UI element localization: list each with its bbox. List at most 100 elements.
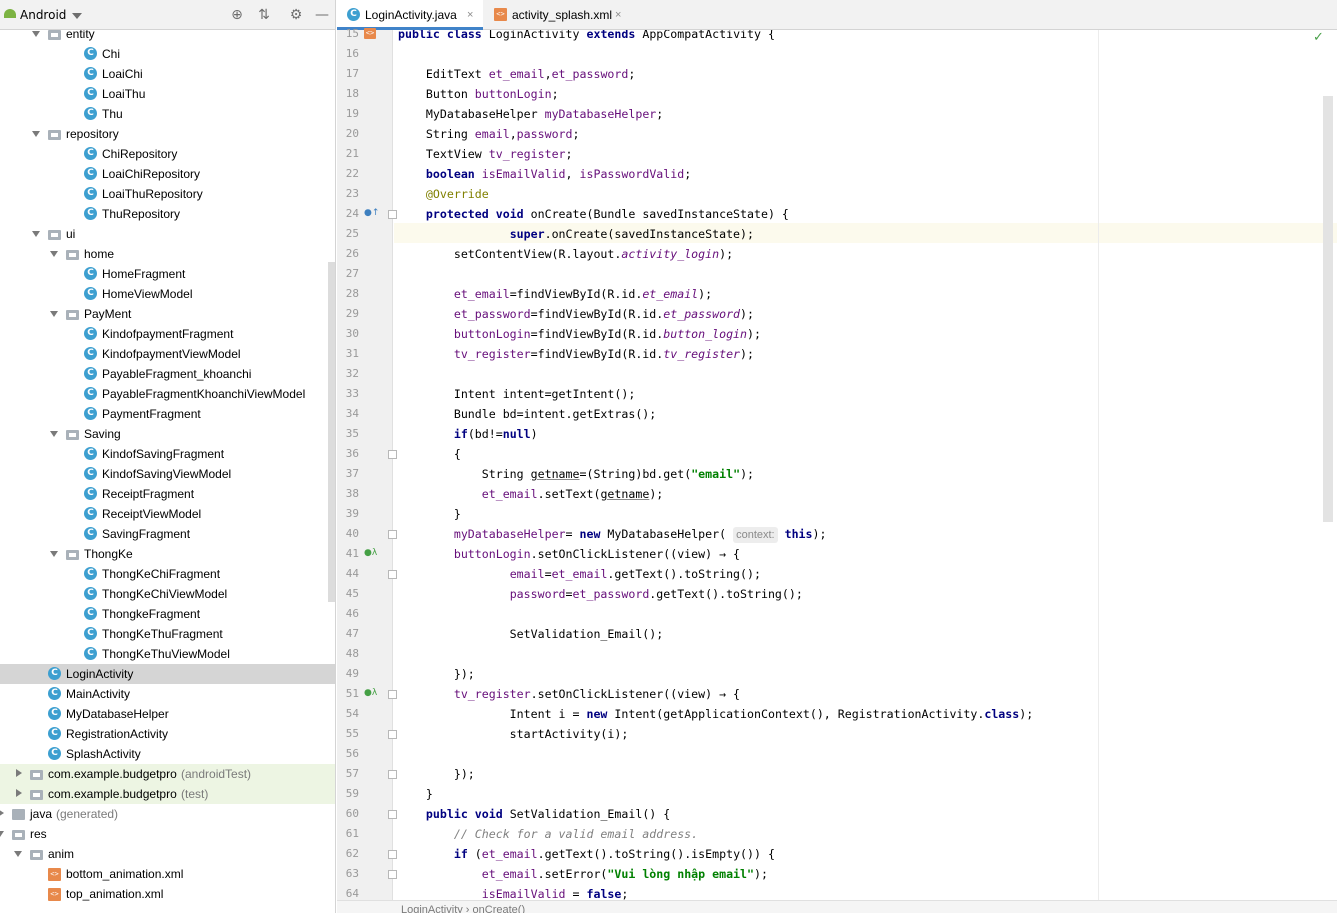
tree-item[interactable]: Saving <box>0 424 335 444</box>
code-line[interactable]: String email,password; <box>398 124 580 144</box>
code-line[interactable]: password=et_password.getText().toString(… <box>398 584 803 604</box>
line-number[interactable]: 49 <box>337 664 359 684</box>
line-number[interactable]: 45 <box>337 584 359 604</box>
tree-item[interactable]: C KindofpaymentFragment <box>0 324 335 344</box>
tree-item[interactable]: entity <box>0 30 335 44</box>
crosshair-icon[interactable]: ⊕ <box>229 7 245 23</box>
tree-item[interactable]: PayMent <box>0 304 335 324</box>
code-line[interactable]: if(bd!=null) <box>398 424 538 444</box>
code-line[interactable]: myDatabaseHelper= new MyDatabaseHelper( … <box>398 524 826 544</box>
code-line[interactable]: { <box>398 444 461 464</box>
code-line[interactable]: Intent intent=getIntent(); <box>398 384 636 404</box>
chevron-down-icon[interactable] <box>32 31 40 37</box>
code-line[interactable]: et_email=findViewById(R.id.et_email); <box>398 284 712 304</box>
line-number[interactable]: 41 <box>337 544 359 564</box>
line-number[interactable]: 55 <box>337 724 359 744</box>
layout-file-icon[interactable]: <> <box>364 28 376 39</box>
line-number[interactable]: 61 <box>337 824 359 844</box>
lambda-marker-icon[interactable]: ●λ <box>364 688 377 698</box>
tree-item[interactable]: java (generated) <box>0 804 335 824</box>
tree-item[interactable]: C ThongKeThuFragment <box>0 624 335 644</box>
line-number[interactable]: 60 <box>337 804 359 824</box>
tree-item[interactable]: C LoaiChi <box>0 64 335 84</box>
line-number[interactable]: 56 <box>337 744 359 764</box>
line-number[interactable]: 24 <box>337 204 359 224</box>
line-number[interactable]: 34 <box>337 404 359 424</box>
code-line[interactable]: et_email.setText(getname); <box>398 484 664 504</box>
code-line[interactable]: public void SetValidation_Email() { <box>398 804 670 824</box>
tree-item[interactable]: C PayableFragmentKhoanchiViewModel <box>0 384 335 404</box>
line-number[interactable]: 15 <box>337 24 359 44</box>
minimize-icon[interactable]: — <box>314 7 330 23</box>
line-number-gutter[interactable]: 15 16 17 18 19 20 21 22 23 24 25 26 27 28 29 30 31 32 33 34… <box>337 27 397 913</box>
tree-item[interactable]: C LoaiChiRepository <box>0 164 335 184</box>
line-number[interactable]: 35 <box>337 424 359 444</box>
chevron-down-icon[interactable] <box>14 851 22 857</box>
line-number[interactable]: 38 <box>337 484 359 504</box>
tree-item[interactable]: C LoginActivity <box>0 664 335 684</box>
tree-item[interactable]: home <box>0 244 335 264</box>
editor-scrollbar[interactable] <box>1323 96 1333 522</box>
line-number[interactable]: 33 <box>337 384 359 404</box>
tree-item[interactable]: repository <box>0 124 335 144</box>
code-line[interactable]: }); <box>398 764 475 784</box>
code-line[interactable]: setContentView(R.layout.activity_login); <box>398 244 733 264</box>
tree-item[interactable]: com.example.budgetpro (test) <box>0 784 335 804</box>
tree-item[interactable]: C KindofSavingFragment <box>0 444 335 464</box>
tree-item[interactable]: ThongKe <box>0 544 335 564</box>
line-number[interactable]: 63 <box>337 864 359 884</box>
line-number[interactable]: 18 <box>337 84 359 104</box>
line-number[interactable]: 57 <box>337 764 359 784</box>
line-number[interactable]: 21 <box>337 144 359 164</box>
tree-item[interactable]: C ThuRepository <box>0 204 335 224</box>
tree-item[interactable]: C Thu <box>0 104 335 124</box>
project-view-select[interactable]: Android <box>20 8 66 22</box>
tree-item[interactable]: C RegistrationActivity <box>0 724 335 744</box>
line-number[interactable]: 39 <box>337 504 359 524</box>
line-number[interactable]: 23 <box>337 184 359 204</box>
tree-item[interactable]: <> top_animation.xml <box>0 884 335 904</box>
tree-item[interactable]: C MyDatabaseHelper <box>0 704 335 724</box>
tree-item[interactable]: C MainActivity <box>0 684 335 704</box>
tree-item[interactable]: C LoaiThu <box>0 84 335 104</box>
line-number[interactable]: 17 <box>337 64 359 84</box>
tree-item[interactable]: ui <box>0 224 335 244</box>
line-number[interactable]: 19 <box>337 104 359 124</box>
chevron-down-icon[interactable] <box>50 431 58 437</box>
chevron-down-icon[interactable] <box>50 311 58 317</box>
line-number[interactable]: 36 <box>337 444 359 464</box>
code-line[interactable]: Button buttonLogin; <box>398 84 559 104</box>
line-number[interactable]: 47 <box>337 624 359 644</box>
code-line[interactable]: et_password=findViewById(R.id.et_passwor… <box>398 304 754 324</box>
code-line[interactable]: protected void onCreate(Bundle savedInst… <box>398 204 789 224</box>
tree-item[interactable]: C ChiRepository <box>0 144 335 164</box>
line-number[interactable]: 30 <box>337 324 359 344</box>
chevron-right-icon[interactable] <box>16 769 22 777</box>
breadcrumb-path[interactable]: LoginActivity › onCreate() <box>401 904 525 913</box>
chevron-down-icon[interactable] <box>50 251 58 257</box>
line-number[interactable]: 26 <box>337 244 359 264</box>
tree-item[interactable]: C LoaiThuRepository <box>0 184 335 204</box>
tree-item[interactable]: C KindofSavingViewModel <box>0 464 335 484</box>
code-line[interactable]: String getname=(String)bd.get("email"); <box>398 464 754 484</box>
tree-item[interactable]: C ThongKeChiFragment <box>0 564 335 584</box>
line-number[interactable]: 62 <box>337 844 359 864</box>
tree-item[interactable]: C ReceiptFragment <box>0 484 335 504</box>
code-line[interactable]: buttonLogin=findViewById(R.id.button_log… <box>398 324 761 344</box>
code-line[interactable]: }); <box>398 664 475 684</box>
code-line[interactable]: @Override <box>398 184 489 204</box>
collapse-all-icon[interactable]: ⇅ <box>256 7 272 23</box>
tree-item[interactable]: C SplashActivity <box>0 744 335 764</box>
line-number[interactable]: 44 <box>337 564 359 584</box>
line-number[interactable]: 46 <box>337 604 359 624</box>
tree-item[interactable]: C PayableFragment_khoanchi <box>0 364 335 384</box>
code-line[interactable]: if (et_email.getText().toString().isEmpt… <box>398 844 775 864</box>
close-icon[interactable]: × <box>615 0 621 30</box>
code-line[interactable]: } <box>398 784 433 804</box>
tree-scrollbar[interactable] <box>328 262 335 602</box>
tree-item[interactable]: anim <box>0 844 335 864</box>
chevron-down-icon[interactable] <box>32 131 40 137</box>
tree-item[interactable]: C HomeFragment <box>0 264 335 284</box>
chevron-down-icon[interactable] <box>72 13 82 19</box>
code-line[interactable]: TextView tv_register; <box>398 144 573 164</box>
